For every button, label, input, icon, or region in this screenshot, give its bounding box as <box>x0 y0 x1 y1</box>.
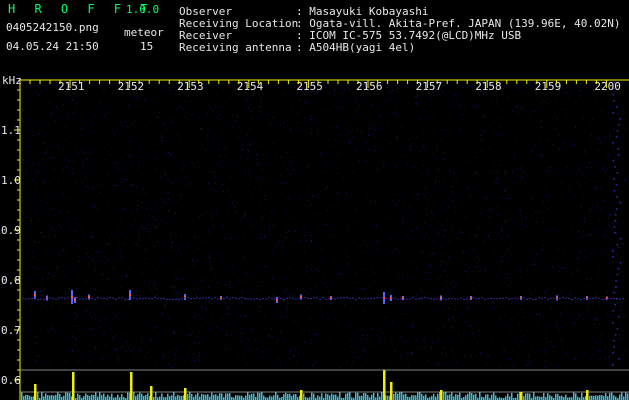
x-tick-label: 2153 <box>177 80 204 93</box>
file-datetime: 04.05.24 21:50 <box>6 40 99 53</box>
x-tick-label: 2158 <box>475 80 502 93</box>
y-unit-label: kHz <box>2 74 22 87</box>
x-tick-label: 2200 <box>594 80 621 93</box>
meteor-echo-core <box>34 294 36 296</box>
file-name: 0405242150.png <box>6 21 99 34</box>
spectrogram-plot: 1.1 1.0 0.9 0.8 0.7 0.6 2151 2152 2153 2154 2155 21… <box>1 79 629 400</box>
x-tick-label: 2156 <box>356 80 383 93</box>
app-version: 1.0.0 <box>126 3 160 16</box>
level-spike <box>150 386 153 400</box>
x-tick-label: 2159 <box>535 80 562 93</box>
y-tick-label: 0.9 <box>1 224 21 237</box>
level-spike <box>300 390 303 400</box>
level-spike <box>184 388 187 400</box>
y-tick-label: 1.1 <box>1 124 21 137</box>
x-tick-label: 2155 <box>296 80 323 93</box>
info-value-antenna: : A504HB(yagi 4el) <box>296 41 416 54</box>
meteor-echo-core <box>300 296 302 298</box>
y-tick-label: 0.7 <box>1 324 21 337</box>
meteor-echo-core <box>520 297 522 299</box>
meteor-echo-core <box>129 294 131 296</box>
noise-layer <box>20 80 627 369</box>
tick-layer: 1.1 1.0 0.9 0.8 0.7 0.6 2151 2152 2153 2154 2155 21… <box>1 79 629 400</box>
level-spike <box>130 372 133 400</box>
level-spike <box>586 390 589 400</box>
level-spike <box>72 372 75 400</box>
y-tick-label: 0.6 <box>1 374 21 387</box>
meteor-echo-core <box>220 297 222 299</box>
meteor-echo-core <box>470 297 472 299</box>
level-spike <box>383 370 386 400</box>
y-tick-label: 0.8 <box>1 274 21 287</box>
x-tick-label: 2151 <box>58 80 85 93</box>
meteor-label: meteor <box>124 26 164 39</box>
level-spike <box>440 390 443 400</box>
x-tick-label: 2154 <box>237 80 264 93</box>
meteor-echo-core <box>88 296 90 298</box>
signal-layer <box>22 290 624 304</box>
grid-layer <box>20 369 629 393</box>
level-spike <box>520 392 523 400</box>
meteor-count: 15 <box>140 40 154 53</box>
level-spike <box>390 382 393 400</box>
y-tick-label: 1.0 <box>1 174 21 187</box>
info-key-antenna: Receiving antenna <box>179 41 292 54</box>
x-tick-label: 2157 <box>416 80 443 93</box>
level-spike <box>34 384 37 400</box>
x-tick-label: 2152 <box>118 80 145 93</box>
meteor-echo-core <box>440 297 442 299</box>
level-meter <box>21 370 629 400</box>
meteor-echo-core <box>71 296 73 298</box>
meteor-echo-core <box>74 299 76 301</box>
